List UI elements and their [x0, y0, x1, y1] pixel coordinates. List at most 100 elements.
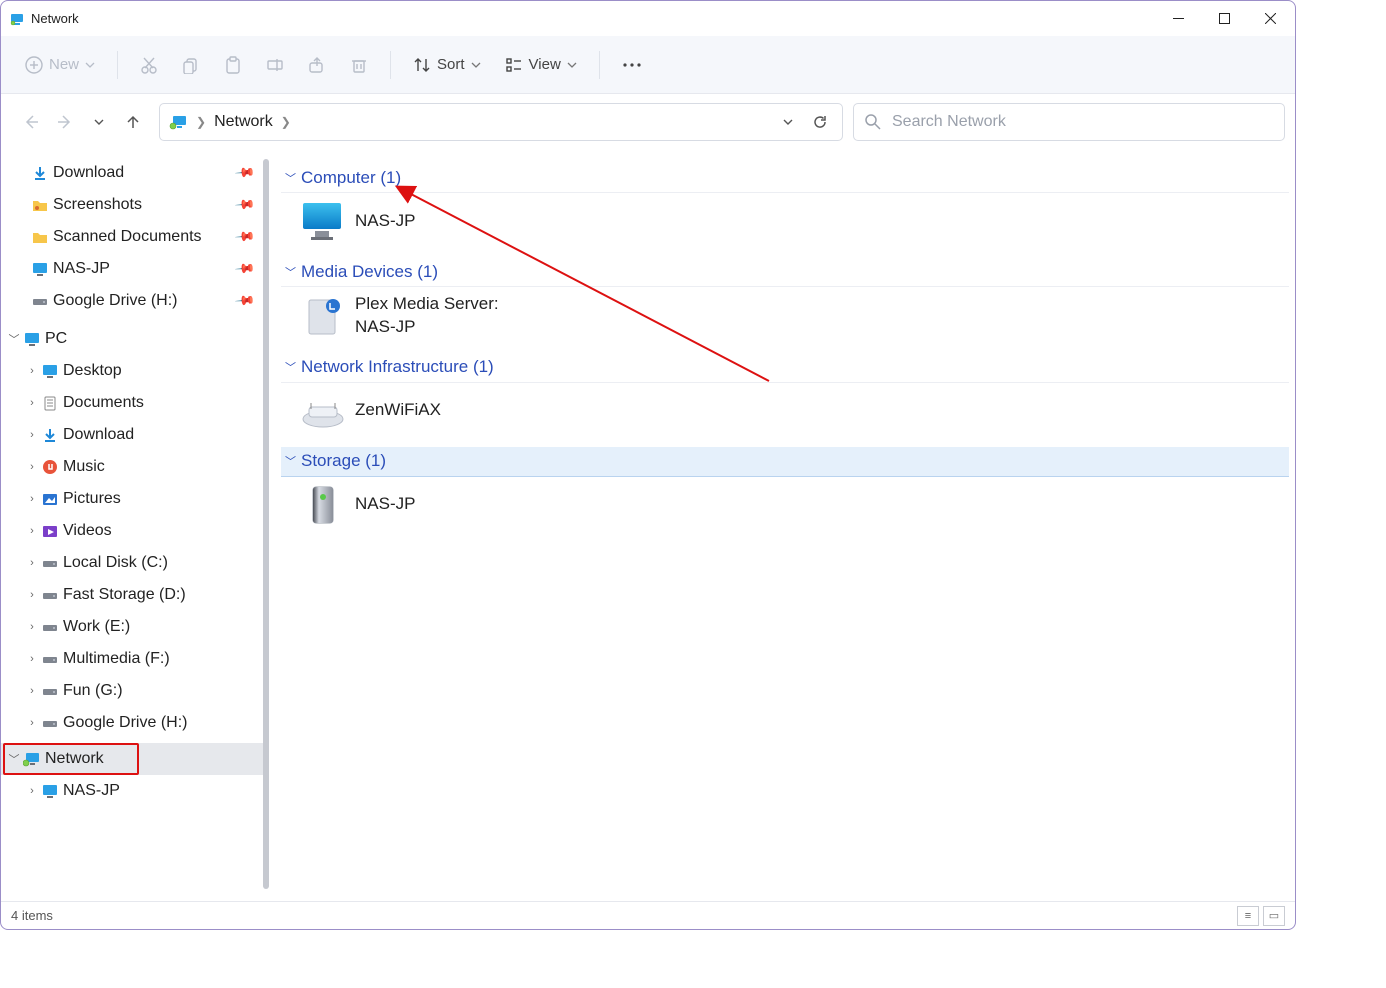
- new-label: New: [49, 56, 79, 73]
- item-icon: [41, 458, 59, 476]
- chevron-right-icon[interactable]: ›: [23, 621, 41, 633]
- back-button[interactable]: [17, 106, 45, 138]
- tiles-view-button[interactable]: ▭: [1263, 906, 1285, 926]
- chevron-right-icon[interactable]: ›: [23, 717, 41, 729]
- network-item[interactable]: ZenWiFiAX: [281, 383, 1289, 439]
- tree-item-download[interactable]: Download 📌: [1, 157, 269, 189]
- tree-item-pc-child[interactable]: ›Download: [1, 419, 269, 451]
- view-button[interactable]: View: [495, 45, 587, 85]
- chevron-right-icon[interactable]: ›: [23, 493, 41, 505]
- monitor-icon: [41, 782, 59, 800]
- tree-item-pc[interactable]: ﹀ PC: [1, 323, 269, 355]
- tree-item-pc-child[interactable]: › Music: [1, 451, 269, 483]
- tree-item-pc-child[interactable]: › Videos: [1, 515, 269, 547]
- group-header[interactable]: ﹀Network Infrastructure (1): [281, 353, 1289, 383]
- trash-icon: [350, 56, 368, 74]
- chevron-right-icon[interactable]: ›: [23, 365, 41, 377]
- item-icon: [41, 682, 59, 700]
- group-title: Network Infrastructure (1): [301, 357, 494, 377]
- tree-label: Google Drive (H:): [63, 714, 187, 732]
- group-header[interactable]: ﹀Storage (1): [281, 447, 1289, 477]
- tree-label: Desktop: [63, 362, 122, 380]
- tree-item-pc-child[interactable]: ›Fun (G:): [1, 675, 269, 707]
- chevron-right-icon[interactable]: ›: [23, 785, 41, 797]
- chevron-right-icon[interactable]: ›: [23, 461, 41, 473]
- tree-item-scanned[interactable]: Scanned Documents 📌: [1, 221, 269, 253]
- group-header[interactable]: ﹀Media Devices (1): [281, 257, 1289, 287]
- tree-item-pc-child[interactable]: › Documents: [1, 387, 269, 419]
- maximize-button[interactable]: [1201, 3, 1247, 35]
- sort-button[interactable]: Sort: [403, 45, 491, 85]
- tree-label: NAS-JP: [63, 782, 120, 800]
- pin-icon: 📌: [234, 226, 257, 249]
- tree-item-pc-child[interactable]: ›Fast Storage (D:): [1, 579, 269, 611]
- network-item[interactable]: NAS-JP: [281, 193, 1289, 249]
- tree-item-pc-child[interactable]: ›Pictures: [1, 483, 269, 515]
- details-view-button[interactable]: ≡: [1237, 906, 1259, 926]
- chevron-right-icon[interactable]: ›: [23, 397, 41, 409]
- item-icon: [41, 362, 59, 380]
- address-dropdown[interactable]: [782, 116, 794, 128]
- breadcrumb-network[interactable]: Network: [208, 113, 279, 131]
- network-icon: [168, 113, 190, 131]
- forward-button[interactable]: [51, 106, 79, 138]
- more-button[interactable]: [612, 45, 652, 85]
- chevron-right-icon[interactable]: ›: [23, 685, 41, 697]
- chevron-right-icon[interactable]: ›: [23, 589, 41, 601]
- refresh-button[interactable]: [812, 114, 828, 130]
- annotation-highlight: [3, 743, 139, 775]
- chevron-right-icon[interactable]: ›: [23, 429, 41, 441]
- chevron-down-icon: ﹀: [285, 264, 301, 280]
- delete-button[interactable]: [340, 45, 378, 85]
- tree-label: Music: [63, 458, 105, 476]
- tree-item-pc-child[interactable]: ›Local Disk (C:): [1, 547, 269, 579]
- group-title: Computer (1): [301, 168, 401, 188]
- tree-item-pc-child[interactable]: ›Multimedia (F:): [1, 643, 269, 675]
- paste-button[interactable]: [214, 45, 252, 85]
- tree-label: Documents: [63, 394, 144, 412]
- group-header[interactable]: ﹀Computer (1): [281, 163, 1289, 193]
- content-area: ﹀Computer (1)NAS-JP﹀Media Devices (1)Ple…: [269, 151, 1295, 901]
- tree-item-pc-child[interactable]: › Google Drive (H:): [1, 707, 269, 739]
- sort-icon: [413, 56, 431, 74]
- item-icon: [41, 554, 59, 572]
- tree-item-net-nasjp[interactable]: › NAS-JP: [1, 775, 269, 807]
- chevron-down-icon[interactable]: ﹀: [5, 331, 23, 347]
- pin-icon: 📌: [234, 258, 257, 281]
- group-title: Media Devices (1): [301, 262, 438, 282]
- rename-icon: [266, 56, 284, 74]
- search-input[interactable]: [890, 112, 1274, 132]
- up-button[interactable]: [119, 106, 147, 138]
- tree-item-nasjp[interactable]: NAS-JP 📌: [1, 253, 269, 285]
- rename-button[interactable]: [256, 45, 294, 85]
- tree-item-pc-child[interactable]: ›Work (E:): [1, 611, 269, 643]
- cut-button[interactable]: [130, 45, 168, 85]
- recent-button[interactable]: [85, 106, 113, 138]
- copy-button[interactable]: [172, 45, 210, 85]
- breadcrumb-separator[interactable]: ❯: [279, 115, 293, 129]
- minimize-button[interactable]: [1155, 3, 1201, 35]
- window-title: Network: [31, 11, 79, 26]
- tree-label: Videos: [63, 522, 112, 540]
- tree-item-gdrive[interactable]: Google Drive (H:) 📌: [1, 285, 269, 317]
- status-count: 4 items: [11, 908, 53, 923]
- chevron-right-icon[interactable]: ›: [23, 525, 41, 537]
- address-bar[interactable]: ❯ Network ❯: [159, 103, 843, 141]
- chevron-right-icon[interactable]: ›: [23, 653, 41, 665]
- share-button[interactable]: [298, 45, 336, 85]
- tree-label: PC: [45, 330, 67, 348]
- tree-item-pc-child[interactable]: › Desktop: [1, 355, 269, 387]
- folder-icon: [31, 228, 49, 246]
- chevron-right-icon[interactable]: ›: [23, 557, 41, 569]
- share-icon: [308, 56, 326, 74]
- close-button[interactable]: [1247, 3, 1293, 35]
- separator: [599, 51, 600, 79]
- search-box[interactable]: [853, 103, 1285, 141]
- tree-item-screenshots[interactable]: Screenshots 📌: [1, 189, 269, 221]
- breadcrumb-separator[interactable]: ❯: [194, 115, 208, 129]
- network-item[interactable]: NAS-JP: [281, 477, 1289, 533]
- network-item[interactable]: Plex Media Server:NAS-JP: [281, 287, 1289, 345]
- tree-item-network[interactable]: ﹀ Network: [1, 743, 269, 775]
- new-button[interactable]: New: [15, 45, 105, 85]
- tree-label: Google Drive (H:): [53, 292, 177, 310]
